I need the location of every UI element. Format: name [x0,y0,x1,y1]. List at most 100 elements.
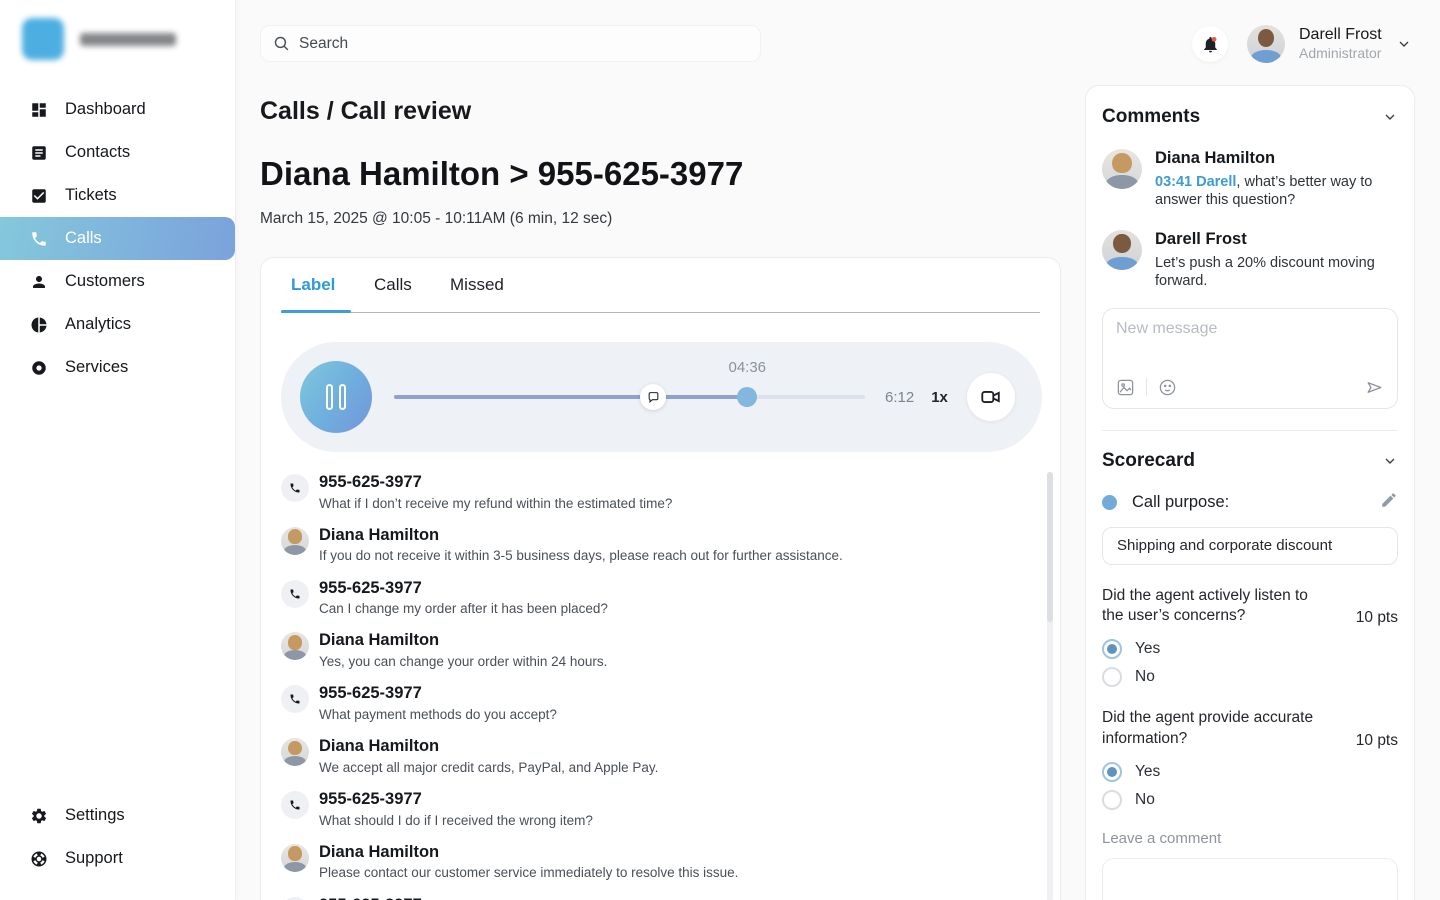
send-icon[interactable] [1365,378,1384,397]
new-message-input[interactable] [1116,320,1384,360]
call-datetime: March 15, 2025 @ 10:05 - 10:11AM (6 min,… [260,210,612,228]
image-attach-icon[interactable] [1116,378,1135,397]
sidebar-item-customers[interactable]: Customers [0,260,235,303]
transcript-row[interactable]: 955-625-3977 What payment methods do you… [281,683,1046,723]
toolbar-divider [1146,378,1147,396]
sidebar-item-label: Services [65,358,128,377]
tab-missed[interactable]: Missed [450,275,504,295]
sidebar-nav: Dashboard Contacts Tickets Calls Custome… [0,88,235,389]
search-bar [260,25,761,62]
scrollbar-thumb[interactable] [1047,472,1053,622]
page-title: Diana Hamilton > 955-625-3977 [260,155,743,193]
question-text: Did the agent actively listen to the use… [1102,586,1320,628]
sidebar: Dashboard Contacts Tickets Calls Custome… [0,0,236,900]
sidebar-item-services[interactable]: Services [0,346,235,389]
speaker-name: 955-625-3977 [319,578,608,599]
sidebar-item-label: Dashboard [65,100,146,119]
utterance-text: What if I don’t receive my refund within… [319,496,672,512]
speaker-name: 955-625-3977 [319,683,557,704]
right-panel: Comments Diana Hamilton 03:41 Darell, wh… [1085,85,1415,900]
search-input[interactable] [299,35,748,53]
transcript-row[interactable]: 955-625-3977 Is there a warranty on the … [281,895,1046,900]
donut-icon [30,359,48,377]
radio-option-yes[interactable]: Yes [1102,639,1398,659]
user-name: Darell Frost [1299,25,1382,45]
transcript-row[interactable]: 955-625-3977 What should I do if I recei… [281,789,1046,829]
video-button[interactable] [967,373,1015,421]
scorecard-question: Did the agent actively listen to the use… [1102,586,1398,628]
comment-author-avatar [1102,230,1142,270]
sidebar-item-label: Contacts [65,143,130,162]
notification-dot [1211,36,1216,41]
comment-marker[interactable] [640,384,666,410]
sidebar-item-calls[interactable]: Calls [0,217,235,260]
comment-body: Let’s push a 20% discount moving forward… [1155,254,1383,290]
utterance-text: Please contact our customer service imme… [319,865,738,881]
person-icon [30,273,48,291]
phone-icon [289,799,301,811]
comment-body: 03:41 Darell, what’s better way to answe… [1155,173,1383,209]
scorecard-title: Scorecard [1102,450,1195,472]
sidebar-item-analytics[interactable]: Analytics [0,303,235,346]
bell-icon [1201,35,1220,54]
pie-chart-icon [30,316,48,334]
question-text: Did the agent provide accurate informati… [1102,708,1320,750]
edit-purpose-button[interactable] [1380,491,1398,514]
sidebar-item-label: Customers [65,272,145,291]
timestamp-mention-link[interactable]: 03:41 Darell [1155,174,1236,190]
comments-title: Comments [1102,106,1200,128]
user-menu[interactable]: Darell Frost Administrator [1247,25,1412,63]
tab-label[interactable]: Label [291,275,335,295]
sidebar-item-label: Calls [65,229,102,248]
sidebar-item-settings[interactable]: Settings [0,794,235,837]
transcript-row[interactable]: Diana Hamilton We accept all major credi… [281,736,1046,776]
call-review-card: Label Calls Missed 04:36 6:12 1x 955-625… [260,257,1061,900]
call-purpose-input[interactable] [1102,527,1398,565]
user-meta: Darell Frost Administrator [1299,25,1382,63]
sidebar-item-contacts[interactable]: Contacts [0,131,235,174]
emoji-icon[interactable] [1158,378,1177,397]
radio-no[interactable] [1102,667,1122,687]
leave-comment-textarea[interactable] [1102,858,1398,900]
comment-author-avatar [1102,149,1142,189]
sidebar-item-tickets[interactable]: Tickets [0,174,235,217]
transcript-row[interactable]: Diana Hamilton Yes, you can change your … [281,630,1046,670]
transcript-scrollbar[interactable] [1047,472,1053,900]
transcript-row[interactable]: Diana Hamilton Please contact our custom… [281,842,1046,882]
transcript-row[interactable]: 955-625-3977 Can I change my order after… [281,578,1046,618]
comment-item: Diana Hamilton 03:41 Darell, what’s bett… [1102,149,1398,209]
transcript-row[interactable]: Diana Hamilton If you do not receive it … [281,525,1046,565]
pause-button[interactable] [300,361,372,433]
speech-bubble-icon [647,391,660,404]
utterance-text: Yes, you can change your order within 24… [319,654,607,670]
pause-icon [339,384,346,410]
chevron-down-icon[interactable] [1382,109,1398,125]
utterance-text: If you do not receive it within 3-5 busi… [319,548,843,564]
message-toolbar [1116,378,1384,397]
radio-option-yes[interactable]: Yes [1102,762,1398,782]
tab-calls[interactable]: Calls [374,275,412,295]
call-purpose-label: Call purpose: [1132,493,1229,512]
notification-bell-button[interactable] [1192,26,1228,62]
question-points: 10 pts [1356,609,1398,627]
user-role: Administrator [1299,45,1382,63]
playback-speed-button[interactable]: 1x [931,389,948,406]
seek-bar[interactable]: 04:36 [394,395,865,399]
user-avatar [1247,25,1285,63]
sidebar-item-dashboard[interactable]: Dashboard [0,88,235,131]
phone-icon [30,230,48,248]
phone-avatar [281,685,309,713]
radio-option-no[interactable]: No [1102,790,1398,810]
company-logo [22,18,176,60]
radio-yes-selected[interactable] [1102,762,1122,782]
chevron-down-icon[interactable] [1382,453,1398,469]
radio-yes-selected[interactable] [1102,639,1122,659]
playhead-handle[interactable] [737,387,757,407]
radio-option-no[interactable]: No [1102,667,1398,687]
sidebar-item-support[interactable]: Support [0,837,235,880]
pause-icon [326,384,333,410]
transcript-row[interactable]: 955-625-3977 What if I don’t receive my … [281,472,1046,512]
radio-label: Yes [1135,763,1160,781]
radio-no[interactable] [1102,790,1122,810]
gear-icon [30,807,48,825]
